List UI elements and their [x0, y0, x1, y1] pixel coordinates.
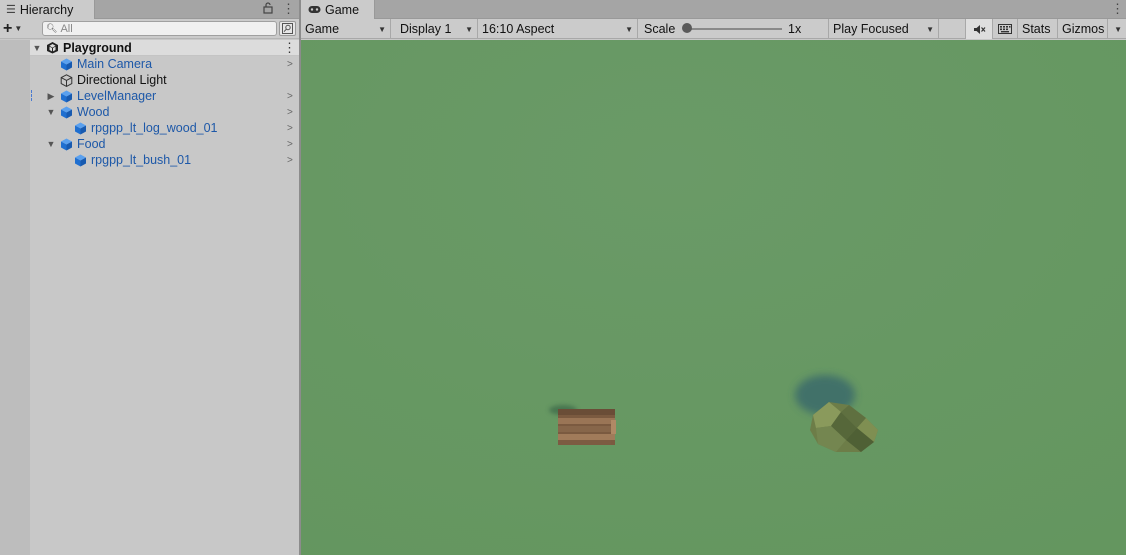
- hierarchy-tree: ▼ Playground ⋮ Main Camera > Directional…: [30, 40, 299, 168]
- stats-button[interactable]: Stats: [1018, 19, 1058, 39]
- game-scene-render: [301, 40, 1126, 555]
- chevron-right-icon[interactable]: >: [287, 91, 293, 102]
- hierarchy-toolbar: + ▼ 🔍︎: [0, 19, 299, 39]
- prefab-cube-icon: [75, 122, 86, 134]
- lock-icon[interactable]: [263, 2, 273, 14]
- gizmos-button[interactable]: Gizmos: [1058, 19, 1108, 39]
- search-input[interactable]: [60, 22, 261, 35]
- search-icon: 🔍︎: [46, 23, 58, 33]
- prefab-cube-icon: [61, 90, 72, 102]
- hierarchy-item-wood[interactable]: ▼ Wood >: [30, 104, 299, 120]
- view-mode-dropdown[interactable]: Game ▼: [301, 19, 391, 39]
- gamepad-icon: [308, 6, 321, 13]
- hierarchy-item-label: LevelManager: [77, 89, 157, 103]
- hierarchy-panel: ☰ Hierarchy ⋮ + ▼ 🔍︎ ▼: [0, 0, 299, 555]
- hierarchy-search-field[interactable]: 🔍︎: [42, 21, 277, 36]
- hierarchy-item-label: Wood: [77, 105, 110, 119]
- tab-hierarchy[interactable]: ☰ Hierarchy: [0, 0, 95, 19]
- scale-label: Scale: [644, 22, 676, 36]
- gameobject-cube-icon: [60, 73, 73, 87]
- game-menu-button[interactable]: ⋮: [1111, 1, 1124, 17]
- mute-audio-button[interactable]: [966, 19, 993, 39]
- hierarchy-item-label: Food: [77, 137, 106, 151]
- prefab-cube-icon: [75, 154, 86, 166]
- game-toolbar: Game ▼ Display 1 ▼ 16:10 Aspect ▼ Scale …: [301, 19, 1126, 39]
- chevron-right-icon[interactable]: >: [287, 59, 293, 70]
- mute-audio-icon: [973, 24, 985, 34]
- tab-game[interactable]: Game: [301, 0, 375, 19]
- scale-value: 1x: [788, 22, 802, 36]
- chevron-down-icon: ▼: [625, 24, 633, 34]
- game-tab-label: Game: [325, 2, 360, 17]
- chevron-right-icon[interactable]: >: [287, 155, 293, 166]
- scale-slider-thumb[interactable]: [682, 23, 692, 33]
- aspect-dropdown[interactable]: 16:10 Aspect ▼: [478, 19, 638, 39]
- fold-open-icon[interactable]: ▼: [32, 43, 42, 53]
- chevron-down-icon: ▼: [14, 24, 23, 33]
- list-icon: ☰: [6, 4, 16, 16]
- log-wood-object: [549, 405, 616, 445]
- scene-name: Playground: [63, 40, 132, 55]
- prefab-cube-icon: [61, 106, 72, 118]
- prefab-cube-icon: [61, 58, 72, 70]
- chevron-right-icon[interactable]: >: [287, 139, 293, 150]
- scene-menu-button[interactable]: ⋮: [283, 40, 296, 56]
- hierarchy-item-directional-light[interactable]: Directional Light: [30, 72, 299, 88]
- chevron-down-icon: ▼: [926, 24, 934, 34]
- play-mode-dropdown[interactable]: Play Focused ▼: [829, 19, 939, 39]
- chevron-down-icon: ▼: [1114, 24, 1122, 34]
- hierarchy-item-levelmanager[interactable]: ▶ LevelManager >: [30, 88, 299, 104]
- hierarchy-gutter: [0, 40, 32, 555]
- chevron-down-icon: ▼: [378, 24, 386, 34]
- gizmos-dropdown[interactable]: ▼: [1108, 19, 1126, 39]
- gizmos-label: Gizmos: [1062, 22, 1105, 36]
- hierarchy-item-bush[interactable]: rpgpp_lt_bush_01 >: [30, 152, 299, 168]
- play-mode-label: Play Focused: [833, 22, 909, 36]
- chevron-right-icon[interactable]: >: [287, 107, 293, 118]
- hierarchy-item-label: Directional Light: [77, 73, 167, 87]
- hierarchy-item-food[interactable]: ▼ Food >: [30, 136, 299, 152]
- search-filter-icon: [282, 23, 293, 34]
- keyboard-icon: [998, 24, 1012, 34]
- hierarchy-tab-bar: ☰ Hierarchy ⋮: [0, 0, 299, 19]
- game-tab-bar: Game ⋮: [301, 0, 1126, 19]
- display-label: Display 1: [400, 22, 452, 36]
- game-panel: Game ⋮ Game ▼ Display 1 ▼ 16:10 Aspect ▼…: [301, 0, 1126, 555]
- aspect-label: 16:10 Aspect: [482, 22, 555, 36]
- scale-slider-track[interactable]: [685, 28, 782, 30]
- fold-open-icon[interactable]: ▼: [46, 107, 56, 117]
- hierarchy-item-main-camera[interactable]: Main Camera >: [30, 56, 299, 72]
- hierarchy-menu-button[interactable]: ⋮: [282, 1, 295, 17]
- chevron-right-icon[interactable]: >: [287, 123, 293, 134]
- fold-closed-icon[interactable]: ▶: [46, 91, 56, 102]
- fold-open-icon[interactable]: ▼: [46, 139, 56, 149]
- hierarchy-item-label: rpgpp_lt_bush_01: [91, 153, 192, 167]
- chevron-down-icon: ▼: [465, 24, 473, 34]
- create-add-button[interactable]: + ▼: [3, 20, 35, 37]
- frame-debugger-button[interactable]: [939, 19, 966, 39]
- unity-scene-icon: [47, 42, 58, 54]
- hierarchy-item-label: rpgpp_lt_log_wood_01: [91, 121, 218, 135]
- search-filter-button[interactable]: [279, 21, 296, 36]
- hierarchy-tab-label: Hierarchy: [19, 2, 74, 17]
- hierarchy-item-label: Main Camera: [77, 57, 153, 71]
- view-mode-label: Game: [305, 22, 340, 36]
- scene-row-playground[interactable]: ▼ Playground ⋮: [30, 40, 299, 56]
- ground-plane: [301, 40, 1126, 555]
- game-viewport[interactable]: [301, 40, 1126, 555]
- display-dropdown[interactable]: Display 1 ▼: [391, 19, 478, 39]
- prefab-cube-icon: [61, 138, 72, 150]
- hierarchy-item-log-wood[interactable]: rpgpp_lt_log_wood_01 >: [30, 120, 299, 136]
- plus-icon: +: [3, 19, 13, 37]
- keyboard-shortcuts-button[interactable]: [993, 19, 1018, 39]
- stats-label: Stats: [1022, 22, 1051, 36]
